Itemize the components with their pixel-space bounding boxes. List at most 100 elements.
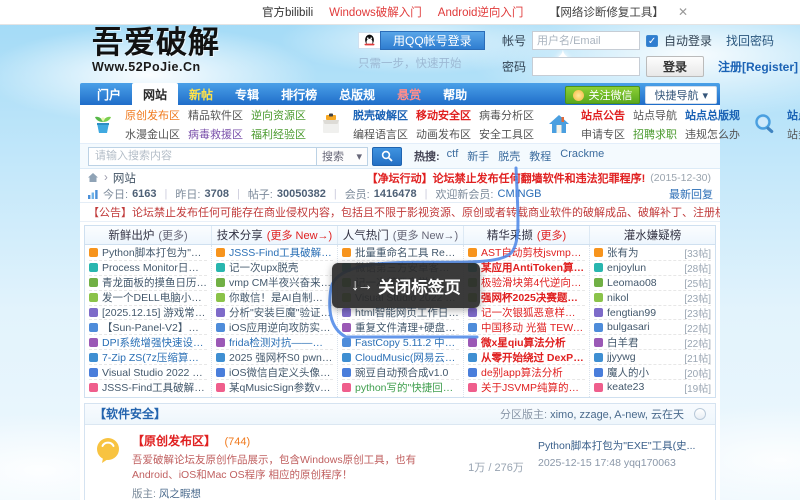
search-input[interactable] — [88, 147, 316, 166]
post-link[interactable]: 记一次upx脱壳 — [229, 261, 298, 275]
register-link[interactable]: 注册[Register] — [718, 58, 798, 75]
list-item[interactable]: 发一个DELL电脑小主机用的 — [89, 291, 207, 306]
more-link[interactable]: (更多 New→) — [393, 227, 458, 243]
post-link[interactable]: JSSS-Find工具破解教程（一 — [229, 246, 333, 260]
post-link[interactable]: 极验滑块第4代逆向分析 — [481, 276, 585, 290]
search-button[interactable] — [372, 147, 402, 166]
post-link[interactable]: 青龙面板的摸鱼日历代码 — [102, 276, 207, 290]
nav-tab-bbs[interactable]: 网站 — [132, 83, 178, 105]
subnav-link[interactable]: 站点公告 — [581, 107, 625, 123]
subnav-link[interactable]: 福利经验区 — [251, 126, 306, 142]
breadcrumb-section[interactable]: 网站 — [113, 170, 136, 186]
campaign-notice[interactable]: 【净坛行动】论坛禁止发布任何翻墙软件和违法犯罪程序! — [367, 170, 646, 186]
list-item[interactable]: 魔人的小[20帖] — [594, 365, 711, 380]
list-item[interactable]: 7-Zip ZS(7z压缩算法增强版)_ — [89, 350, 207, 365]
nav-tab-ranking[interactable]: 排行榜 — [270, 83, 328, 105]
member-link[interactable]: bulgasari — [607, 321, 650, 333]
post-link[interactable]: vmp CM半夜兴奋来了?免 — [229, 276, 333, 290]
announcement-bar[interactable]: 【公告】论坛禁止发布任何可能存在商业侵权内容，包括且不限于影视资源、原创或者转载… — [80, 203, 720, 222]
list-item[interactable]: 记一次银狐恶意样本Window — [468, 306, 585, 321]
nav-tab-albums[interactable]: 专辑 — [224, 83, 270, 105]
post-link[interactable]: 分析"安装巨魔"验证逆向 — [229, 306, 333, 320]
find-password-link[interactable]: 找回密码 — [726, 32, 774, 49]
list-item[interactable]: 某qMusicSign参数vmp逆向 — [216, 380, 333, 395]
post-link[interactable]: 记一次银狐恶意样本Window — [481, 306, 585, 320]
site-logo[interactable]: 吾爱破解 Www.52PoJie.Cn — [92, 28, 220, 74]
post-link[interactable]: 某应用AntiToken算法分析 — [481, 261, 585, 275]
subnav-link[interactable]: 违规怎么办 — [685, 126, 740, 142]
list-item[interactable]: frida检测对抗————libmsa — [216, 335, 333, 350]
topbar-link-android-intro[interactable]: Android逆向入门 — [438, 4, 524, 20]
subnav-link[interactable]: 动画发布区 — [416, 126, 471, 142]
list-item[interactable]: 2025 强网杯S0 pwn - bph 复 — [216, 350, 333, 365]
nav-tab-new-posts[interactable]: 新帖 — [178, 83, 224, 105]
list-item[interactable]: 某应用AntiToken算法分析 — [468, 261, 585, 276]
list-item[interactable]: nikol[23帖] — [594, 291, 711, 306]
member-link[interactable]: 白羊君 — [607, 335, 639, 349]
list-item[interactable]: 重复文件清理+硬盘文件分析 — [342, 320, 459, 335]
topbar-link-windows-intro[interactable]: Windows破解入门 — [329, 4, 422, 20]
post-link[interactable]: 微x星qiu算法分析 — [481, 335, 566, 349]
post-link[interactable]: AST自动剪枝jsvmp的简单实 — [481, 246, 585, 260]
home-icon[interactable] — [87, 172, 99, 183]
network-repair-tool-link[interactable]: 【网络诊断修复工具】 — [549, 4, 664, 20]
search-type-select[interactable]: 搜索▾ — [316, 147, 368, 166]
member-link[interactable]: keate23 — [607, 381, 644, 393]
list-item[interactable]: python写的"快捷回复"、'备 — [342, 380, 459, 395]
post-link[interactable]: iOS应用逆向攻防实战-雅榕共 — [229, 320, 333, 334]
hot-search-link[interactable]: Crackme — [560, 148, 604, 164]
subnav-link[interactable]: 水漫金山区 — [125, 126, 180, 142]
list-item[interactable]: Python脚本打包为"EXE"工具 — [89, 246, 207, 261]
list-item[interactable]: iOS微信自定义头像插件逆向 — [216, 365, 333, 380]
post-link[interactable]: 豌豆自动预合成v1.0 — [355, 365, 448, 379]
login-button[interactable]: 登录 — [646, 56, 704, 77]
post-link[interactable]: FastCopy 5.11.2 中文绿色 — [355, 335, 459, 349]
member-link[interactable]: Leomao08 — [607, 277, 657, 289]
subnav-link[interactable]: 原创发布区 — [125, 107, 180, 123]
post-link[interactable]: 【Sun-Panel-V2】个人NAS导 — [102, 320, 207, 334]
list-item[interactable]: iOS应用逆向攻防实战-雅榕共 — [216, 320, 333, 335]
collapse-toggle[interactable] — [694, 408, 706, 420]
list-item[interactable]: Leomao08[25帖] — [594, 276, 711, 291]
post-link[interactable]: CloudMusic(网易云音乐)_v3. — [355, 350, 459, 364]
subnav-link[interactable]: 逆向资源区 — [251, 107, 306, 123]
list-item[interactable]: 微x星qiu算法分析 — [468, 335, 585, 350]
post-link[interactable]: 你敢信！是AI自制！pyt — [229, 291, 333, 305]
list-item[interactable]: 极验滑块第4代逆向分析 — [468, 276, 585, 291]
subnav-link[interactable]: 站点导航 — [633, 107, 677, 123]
hot-search-link[interactable]: 新手 — [467, 148, 489, 164]
forum-name-link[interactable]: 【原创发布区】 — [132, 434, 216, 448]
post-link[interactable]: JSSS-Find工具破解教程（一 — [102, 380, 207, 395]
subnav-link[interactable]: 站务处理 — [787, 126, 800, 142]
post-link[interactable]: 7-Zip ZS(7z压缩算法增强版)_ — [102, 350, 207, 364]
member-link[interactable]: 魔人的小 — [607, 365, 649, 379]
subnav-link[interactable]: 编程语言区 — [353, 126, 408, 142]
list-item[interactable]: 你敢信！是AI自制！pyt — [216, 291, 333, 306]
list-item[interactable]: keate23[19帖] — [594, 380, 711, 395]
list-item[interactable]: 青龙面板的摸鱼日历代码 — [89, 276, 207, 291]
more-link[interactable]: (更多) — [537, 227, 566, 243]
list-item[interactable]: 关于JSVMP纯算的一些取巧方 — [468, 380, 585, 395]
list-item[interactable]: enjoylun[28帖] — [594, 261, 711, 276]
post-link[interactable]: python写的"快捷回复"、'备 — [355, 380, 459, 395]
post-link[interactable]: Python脚本打包为"EXE"工具 — [102, 246, 207, 260]
subnav-link[interactable]: 招聘求职 — [633, 126, 677, 142]
follow-wechat-button[interactable]: 关注微信 — [565, 86, 640, 104]
subnav-link[interactable]: 安全工具区 — [479, 126, 534, 142]
list-item[interactable]: fengtian99[23帖] — [594, 306, 711, 321]
hot-search-link[interactable]: ctf — [447, 148, 459, 164]
subnav-link[interactable]: 移动安全区 — [416, 107, 471, 123]
password-input[interactable] — [532, 57, 640, 76]
member-link[interactable]: nikol — [607, 292, 629, 304]
subnav-link[interactable]: 申请专区 — [581, 126, 625, 142]
more-link[interactable]: (更多) — [158, 227, 187, 243]
post-link[interactable]: 某qMusicSign参数vmp逆向 — [229, 380, 333, 395]
post-link[interactable]: iOS微信自定义头像插件逆向 — [229, 365, 333, 379]
list-item[interactable]: 从零开始绕过 DexProtector — [468, 350, 585, 365]
nav-tab-portal[interactable]: 门户 — [86, 83, 132, 105]
post-link[interactable]: 批量重命名工具 Renamer v1. — [355, 246, 459, 260]
list-item[interactable]: jjyywg[21帖] — [594, 350, 711, 365]
list-item[interactable]: 张有为[33帖] — [594, 246, 711, 261]
list-item[interactable]: CloudMusic(网易云音乐)_v3. — [342, 350, 459, 365]
hot-search-link[interactable]: 脱壳 — [498, 148, 520, 164]
